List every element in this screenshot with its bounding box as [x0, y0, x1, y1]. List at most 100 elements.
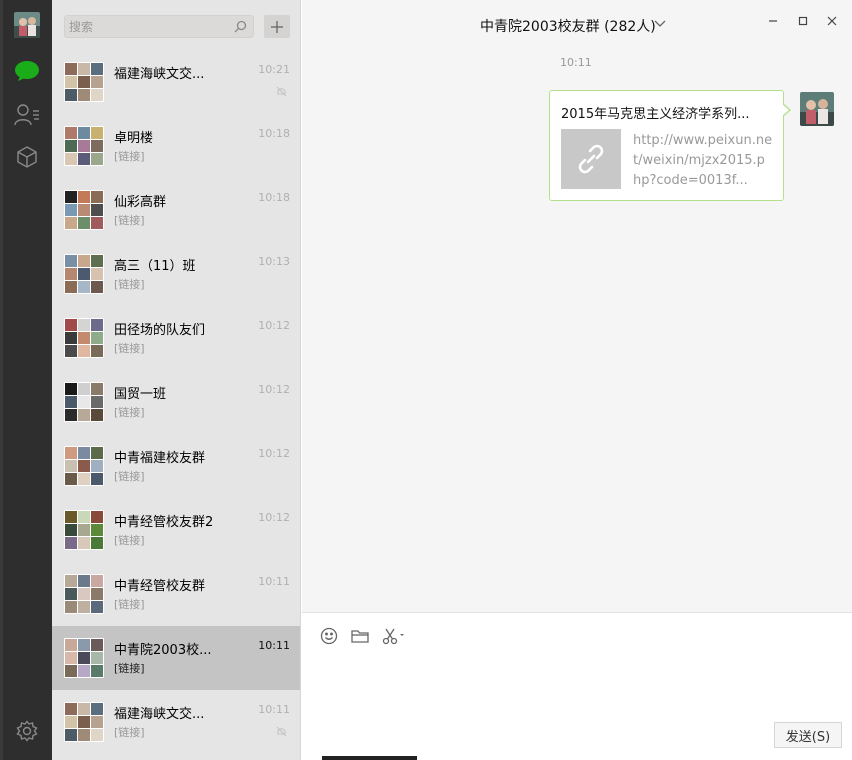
chat-list-item[interactable]: 仙彩高群 [链接] 10:18	[52, 178, 300, 242]
chat-list-item[interactable]: 中青经管校友群 [链接] 10:11	[52, 562, 300, 626]
folder-icon[interactable]	[351, 627, 369, 645]
chat-item-preview: [链接]	[114, 150, 145, 163]
avatar-tile	[78, 268, 90, 280]
avatar-tile	[78, 332, 90, 344]
avatar-tile	[78, 76, 90, 88]
sender-avatar[interactable]	[800, 92, 834, 126]
chat-list-item[interactable]: 高三（11）班 [链接] 10:13	[52, 242, 300, 306]
avatar-tile	[65, 447, 77, 459]
avatar-tile	[65, 191, 77, 203]
chat-item-time: 10:12	[258, 319, 290, 332]
avatar-tile	[65, 575, 77, 587]
chat-list-item[interactable]: 中青院2003校... [链接] 10:11	[52, 626, 300, 690]
link-icon	[578, 144, 604, 174]
avatar-tile	[91, 383, 103, 395]
group-avatar	[64, 382, 104, 422]
chat-list-item[interactable]: 中青福建校友群 [链接] 10:12	[52, 434, 300, 498]
close-icon[interactable]	[825, 14, 839, 28]
maximize-icon[interactable]	[796, 14, 810, 28]
avatar-tile	[65, 345, 77, 357]
avatar-tile	[91, 204, 103, 216]
avatar-tile	[65, 601, 77, 613]
chat-list-item[interactable]: 国贸一班 [链接] 10:12	[52, 370, 300, 434]
avatar-tile	[78, 601, 90, 613]
avatar-tile	[65, 460, 77, 472]
contacts-icon[interactable]	[14, 102, 40, 128]
avatar-tile	[91, 153, 103, 165]
chat-list-item[interactable]: 卓明楼 [链接] 10:18	[52, 114, 300, 178]
avatar-tile	[78, 716, 90, 728]
rail-edge	[0, 0, 3, 760]
chat-item-title: 高三（11）班	[114, 259, 196, 274]
avatar-tile	[65, 383, 77, 395]
chat-list-item[interactable]: 福建海峡文交... 10:21	[52, 50, 300, 114]
search-box[interactable]	[64, 15, 254, 38]
chat-item-preview: [链接]	[114, 342, 145, 355]
chat-item-preview: [链接]	[114, 406, 145, 419]
chat-item-title: 仙彩高群	[114, 195, 167, 210]
avatar-tile	[78, 89, 90, 101]
chat-item-title: 中青院2003校...	[114, 643, 212, 658]
avatar-tile	[65, 268, 77, 280]
avatar-tile	[91, 191, 103, 203]
avatar-tile	[78, 396, 90, 408]
avatar-tile	[78, 652, 90, 664]
chat-item-title: 福建海峡文交...	[114, 707, 205, 722]
favorites-icon[interactable]	[14, 144, 40, 170]
avatar-tile	[91, 140, 103, 152]
scissors-icon[interactable]	[382, 627, 408, 645]
mute-icon	[276, 86, 287, 101]
chat-item-time: 10:21	[258, 63, 290, 76]
avatar-tile	[65, 255, 77, 267]
avatar-tile	[78, 511, 90, 523]
avatar-tile	[65, 319, 77, 331]
send-button[interactable]: 发送(S)	[774, 722, 842, 748]
avatar-tile	[65, 588, 77, 600]
chat-item-time: 10:12	[258, 383, 290, 396]
avatar-tile	[91, 473, 103, 485]
link-message-card[interactable]: 2015年马克思主义经济学系列... http://www.peixun.net…	[549, 90, 791, 201]
chat-list-item[interactable]: 中青经管校友群2 [链接] 10:12	[52, 498, 300, 562]
avatar-tile	[65, 473, 77, 485]
chat-list-item[interactable]: 田径场的队友们 [链接] 10:12	[52, 306, 300, 370]
avatar-tile	[91, 511, 103, 523]
chat-item-time: 10:13	[258, 255, 290, 268]
emoji-icon[interactable]	[320, 627, 338, 645]
avatar-tile	[78, 575, 90, 587]
search-icon[interactable]	[234, 20, 247, 37]
avatar-tile	[78, 665, 90, 677]
chat-item-time: 10:11	[258, 703, 290, 716]
search-input[interactable]	[65, 16, 225, 37]
avatar-tile	[78, 281, 90, 293]
add-chat-button[interactable]	[264, 15, 290, 38]
chat-item-title: 国贸一班	[114, 387, 167, 402]
chat-list-item[interactable]: 福建海峡文交... [链接] 10:11	[52, 690, 300, 754]
avatar-tile	[65, 63, 77, 75]
avatar-tile	[65, 665, 77, 677]
avatar-tile	[65, 217, 77, 229]
chat-list-panel: 福建海峡文交... 10:21 卓明楼 [链接] 10:18 仙彩高群 [链接] 10:18 高…	[52, 0, 301, 760]
avatar-tile	[78, 588, 90, 600]
avatar[interactable]	[14, 12, 40, 38]
avatar-tile	[91, 319, 103, 331]
scrollbar[interactable]	[322, 756, 417, 760]
avatar-tile	[65, 396, 77, 408]
avatar-tile	[65, 281, 77, 293]
chat-icon[interactable]	[14, 58, 40, 84]
chevron-down-icon[interactable]	[654, 18, 666, 33]
avatar-tile	[78, 191, 90, 203]
chat-area: 中青院2003校友群 (282人) 10:11 2015年马克思主义经济学系列.…	[302, 0, 852, 760]
avatar-tile	[78, 140, 90, 152]
chat-items: 福建海峡文交... 10:21 卓明楼 [链接] 10:18 仙彩高群 [链接] 10:18 高…	[52, 50, 300, 754]
avatar-tile	[78, 729, 90, 741]
minimize-icon[interactable]	[766, 14, 780, 28]
avatar-tile	[91, 575, 103, 587]
avatar-tile	[91, 639, 103, 651]
settings-icon[interactable]	[14, 718, 40, 744]
chat-header: 中青院2003校友群 (282人)	[302, 0, 852, 50]
avatar-tile	[91, 665, 103, 677]
link-thumbnail	[561, 129, 621, 189]
group-avatar	[64, 126, 104, 166]
nav-rail	[0, 0, 52, 760]
chat-title[interactable]: 中青院2003校友群 (282人)	[480, 16, 656, 36]
